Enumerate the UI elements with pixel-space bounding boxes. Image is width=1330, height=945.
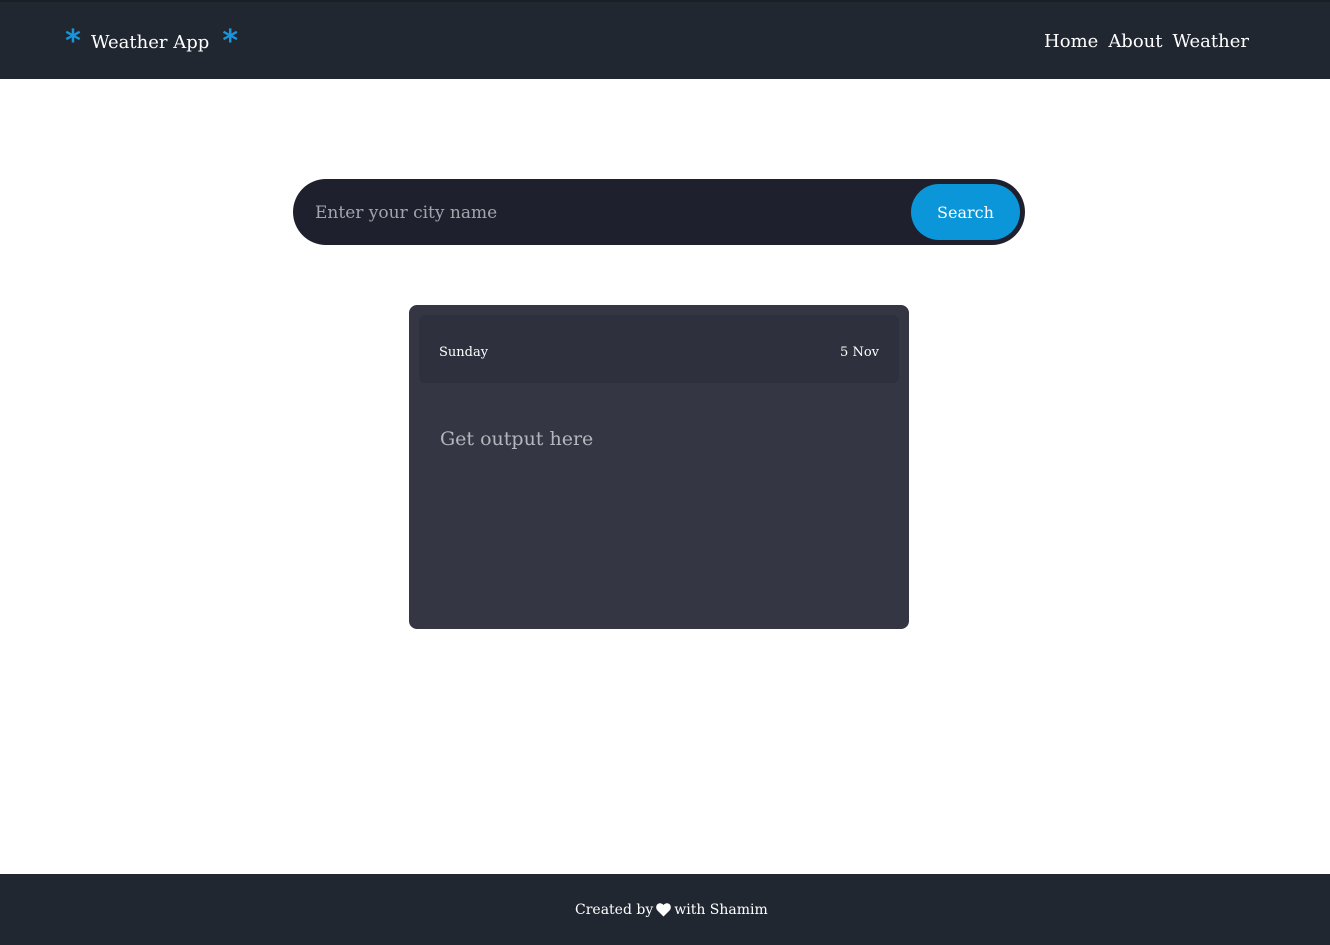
top-navbar: * Weather App * Home About Weather [0, 0, 1330, 79]
brand-title: Weather App [91, 31, 210, 53]
city-search-input[interactable] [313, 192, 897, 234]
main-nav: Home About Weather [1044, 30, 1249, 54]
search-button[interactable]: Search [911, 184, 1020, 240]
weather-card: Sunday 5 Nov Get output here [409, 305, 909, 629]
date-label: 5 Nov [840, 345, 879, 360]
weather-card-header: Sunday 5 Nov [419, 315, 899, 383]
heart-icon [656, 903, 672, 917]
brand-logo[interactable]: * Weather App * [62, 24, 241, 59]
footer-credit: Created by with Shamim [575, 902, 768, 918]
day-label: Sunday [439, 345, 489, 360]
search-bar: Search [293, 179, 1025, 245]
asterisk-icon: * [222, 24, 239, 59]
nav-link-about[interactable]: About [1108, 30, 1162, 54]
footer: Created by with Shamim [0, 874, 1330, 945]
nav-link-home[interactable]: Home [1044, 30, 1098, 54]
footer-suffix: with Shamim [674, 902, 768, 918]
asterisk-icon: * [65, 24, 81, 59]
nav-link-weather[interactable]: Weather [1173, 30, 1250, 54]
weather-output: Get output here [440, 428, 594, 450]
footer-prefix: Created by [575, 902, 654, 918]
